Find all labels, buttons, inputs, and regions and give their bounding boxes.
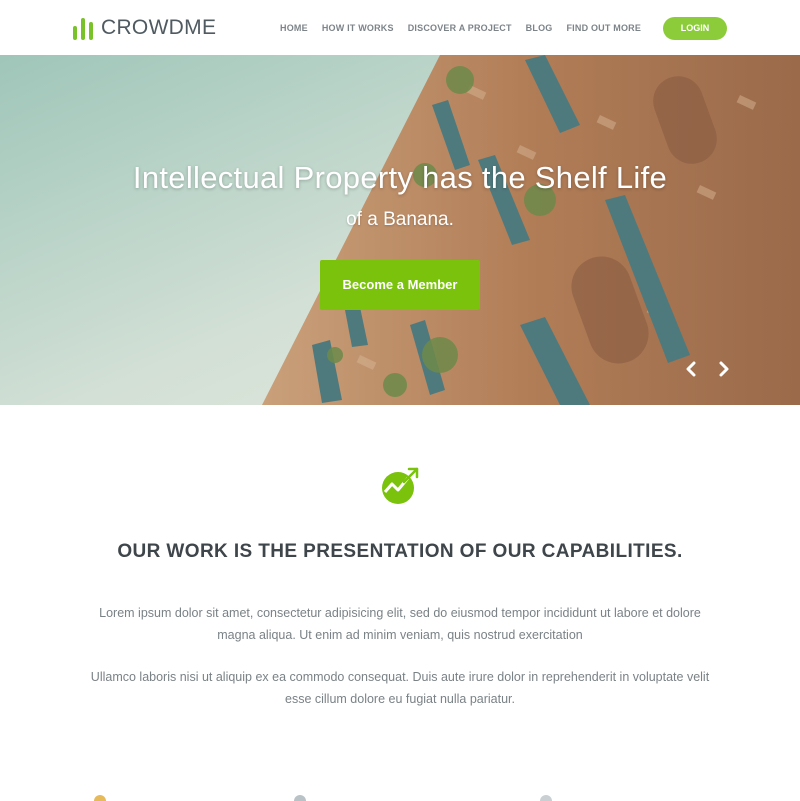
become-a-member-button[interactable]: Become a Member <box>320 260 480 310</box>
feature-icon-peek <box>94 795 106 801</box>
brand-logo[interactable]: CROWDME <box>73 12 216 40</box>
nav-item-how-it-works[interactable]: HOW IT WORKS <box>322 23 394 33</box>
nav-item-find-out-more[interactable]: FIND OUT MORE <box>566 23 641 33</box>
brand-name: CROWDME <box>101 16 217 39</box>
nav-item-blog[interactable]: BLOG <box>526 23 553 33</box>
main-nav: HOME HOW IT WORKS DISCOVER A PROJECT BLO… <box>280 0 641 55</box>
login-button[interactable]: LOGIN <box>663 17 727 40</box>
hero-slider: Intellectual Property has the Shelf Life… <box>0 55 800 405</box>
chevron-right-icon[interactable] <box>714 360 732 378</box>
bar-chart-logo-icon <box>73 16 93 40</box>
growth-chart-icon <box>382 467 419 504</box>
top-navbar: CROWDME HOME HOW IT WORKS DISCOVER A PRO… <box>0 0 800 56</box>
intro-paragraph-2: Ullamco laboris nisi ut aliquip ex ea co… <box>90 670 710 706</box>
feature-icon-peek <box>540 795 552 801</box>
intro-paragraph-1: Lorem ipsum dolor sit amet, consectetur … <box>99 606 701 642</box>
nav-item-discover-a-project[interactable]: DISCOVER A PROJECT <box>408 23 512 33</box>
chevron-left-icon[interactable] <box>683 360 701 378</box>
hero-subtitle: of a Banana. <box>346 209 454 230</box>
section-title: OUR WORK IS THE PRESENTATION OF OUR CAPA… <box>117 541 683 562</box>
feature-icon-peek <box>294 795 306 801</box>
nav-item-home[interactable]: HOME <box>280 23 308 33</box>
hero-title: Intellectual Property has the Shelf Life <box>132 160 668 195</box>
